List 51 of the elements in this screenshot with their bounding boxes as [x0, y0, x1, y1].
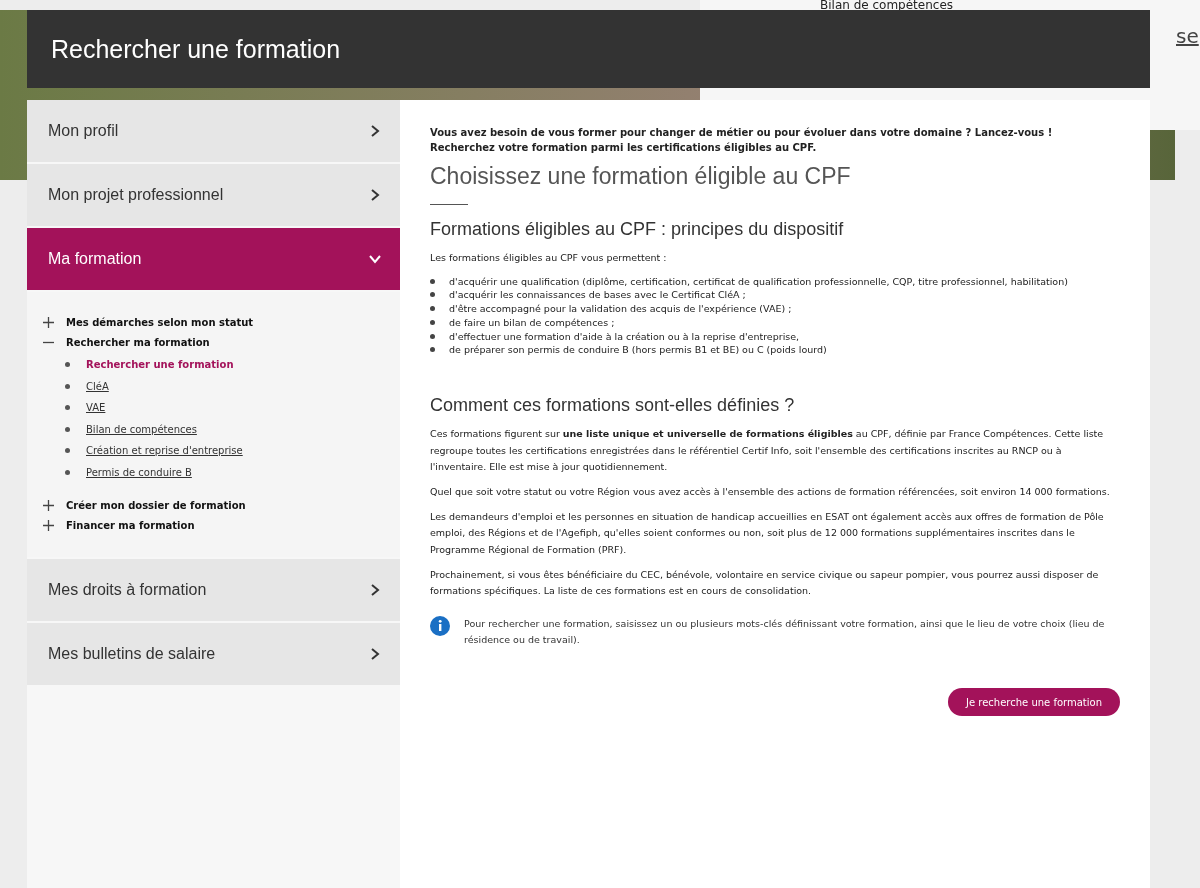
paragraph: Quel que soit votre statut ou votre Région vous avez accès à l'ensemble des actions de formation référencées, soit environ 14 000 formations. [430, 485, 1111, 500]
info-text: Pour rechercher une formation, saisissez un ou plusieurs mots-clés définissant votre formation, ainsi que le lieu de votre choix (lieu de résidence ou de travail). [464, 616, 1106, 647]
submenu-link[interactable]: Rechercher ma formation [66, 336, 210, 348]
paragraph: Prochainement, si vous êtes bénéficiaire du CEC, bénévole, volontaire en service civique ou sapeur pompier, vous pourrez aussi disposer de formations spécifiques. La liste de ces formations est en cours de consolidation. [430, 567, 1100, 599]
sidebar-item[interactable]: Mon projet professionnel [27, 164, 400, 226]
bullet-icon [65, 426, 70, 432]
intro-text: Vous avez besoin de vous former pour changer de métier ou pour évoluer dans votre domaine ? Lancez-vous ! Recherchez votre formation parmi les certifications éligibles au CPF. [430, 126, 1054, 155]
list-item: d'effectuer une formation d'aide à la création ou à la reprise d'entreprise, [449, 329, 800, 344]
bullet-icon [430, 306, 435, 312]
bullet-icon [430, 333, 435, 339]
sidebar-item[interactable]: Mon profil [27, 100, 400, 162]
submenu-link[interactable]: Rechercher une formation [86, 359, 234, 371]
bullet-icon [65, 405, 70, 411]
info-icon [430, 615, 450, 636]
bullet-icon [65, 383, 70, 389]
bullet-icon [430, 347, 435, 353]
submenu-link[interactable]: VAE [86, 402, 106, 414]
submenu-link[interactable]: Créer mon dossier de formation [66, 499, 246, 511]
list-item: d'acquérir les connaissances de bases avec le Certificat CléA ; [449, 288, 746, 303]
sidebar-item[interactable]: Mes droits à formation [27, 559, 400, 621]
list-item: d'acquérir une qualification (diplôme, certification, certificat de qualification professionnelle, CQP, titre professionnel, habilitation) [449, 274, 1068, 289]
dialog-title: Rechercher une formation [51, 34, 341, 64]
paragraph: Ces formations figurent sur une liste unique et universelle de formations éligibles au CPF, définie par France Compétences. Cette liste regroupe toutes les certifications enregistrées dans le référentiel Certif Info, soit l'ensemble des certifications inscrites au RNCP ou à l'inventaire. Elle est mise à jour quotidiennement. [430, 427, 1105, 475]
page-title: Choisissez une formation éligible au CPF [430, 163, 852, 190]
paragraph: Les demandeurs d'emploi et les personnes en situation de handicap accueillies en ESAT ont également accès aux offres de formation de Pôle emploi, des Régions et de l'Agefiph, qu'elles soient conformes ou non, soit plus de 12 000 formations supplémentaires inscrites dans le Programme Régional de Formation (PRF). [430, 509, 1105, 557]
section-heading: Formations éligibles au CPF : principes du dispositif [430, 219, 845, 240]
bullet-icon [65, 469, 70, 475]
list-item: d'être accompagné pour la validation des acquis de l'expérience (VAE) ; [449, 302, 792, 316]
list-item: de préparer son permis de conduire B (hors permis B1 et BE) ou C (poids lourd) [449, 343, 827, 358]
bullet-icon [430, 278, 435, 284]
list-item: de faire un bilan de compétences ; [449, 315, 615, 330]
submenu-link[interactable]: Permis de conduire B [86, 466, 192, 478]
search-button[interactable]: Je recherche une formation [948, 688, 1120, 717]
expander-icon[interactable] [43, 499, 54, 511]
bullet-icon [65, 362, 70, 368]
submenu-link[interactable]: Bilan de compétences [86, 423, 197, 435]
bullet-icon [430, 292, 435, 298]
section-heading: Comment ces formations sont-elles définies ? [430, 395, 796, 417]
background-link[interactable]: se [1176, 24, 1199, 48]
bullet-icon [65, 448, 70, 454]
expander-icon[interactable] [43, 316, 54, 328]
submenu-link[interactable]: Création et reprise d'entreprise [86, 445, 243, 457]
submenu-link[interactable]: Financer ma formation [66, 519, 195, 531]
paragraph: Les formations éligibles au CPF vous permettent : [430, 251, 668, 265]
sidebar-item[interactable]: Ma formation [27, 228, 400, 290]
background-link[interactable]: Bilan de compétences [820, 0, 954, 12]
submenu-link[interactable]: CléA [86, 380, 109, 392]
bullet-icon [430, 319, 435, 325]
expander-icon[interactable] [43, 519, 54, 531]
sidebar-item[interactable]: Mes bulletins de salaire [27, 623, 400, 685]
submenu-link[interactable]: Mes démarches selon mon statut [66, 316, 254, 328]
